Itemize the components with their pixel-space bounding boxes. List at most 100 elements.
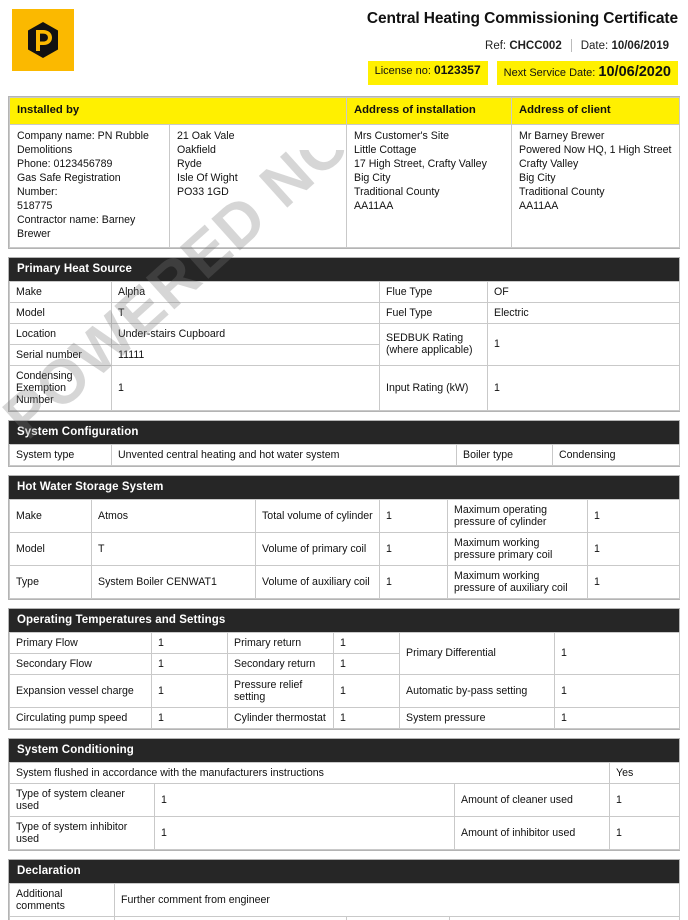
inhibitor-amount-value: 1 — [609, 815, 681, 850]
client-address-line: AA11AA — [519, 199, 559, 212]
table-row: Make Atmos Total volume of cylinder 1 Ma… — [9, 498, 680, 533]
inhibitor-amount-label: Amount of inhibitor used — [453, 815, 611, 850]
expansion-vessel-value: 1 — [151, 673, 228, 708]
company-logo — [12, 9, 74, 71]
installer-address-line: Ryde — [177, 157, 202, 170]
primary-differential-label: Primary Differential — [399, 631, 555, 675]
primary-flow-label: Primary Flow — [9, 631, 152, 654]
hot-water-storage-table: Make Atmos Total volume of cylinder 1 Ma… — [9, 498, 680, 599]
primary-heat-source-table: Make Alpha Flue Type OF Model T Fuel Typ… — [9, 280, 680, 411]
hw-make-value: Atmos — [91, 498, 256, 533]
system-conditioning-block: System Conditioning System flushed in ac… — [8, 737, 681, 851]
system-conditioning-table: System flushed in accordance with the ma… — [8, 761, 681, 850]
installer-header-row: Installed by Address of installation Add… — [9, 97, 680, 125]
installer-table: Installed by Address of installation Add… — [9, 97, 680, 248]
license-label: License no: — [374, 65, 431, 77]
client-address: Mr Barney Brewer Powered Now HQ, 1 High … — [511, 123, 680, 248]
installation-address-line: AA11AA — [354, 199, 394, 212]
company-name-line2: Demolitions — [17, 143, 73, 156]
client-address-line: Crafty Valley — [519, 157, 579, 170]
license-badge: License no: 0123357 — [367, 61, 488, 85]
boiler-type-label: Boiler type — [456, 443, 553, 466]
sedbuk-rating-value: 1 — [487, 322, 680, 366]
powered-now-hexagon-logo-icon — [28, 22, 58, 58]
boiler-type-value: Condensing — [552, 443, 680, 466]
installer-address-line: Isle Of Wight — [177, 171, 238, 184]
system-type-value: Unvented central heating and hot water s… — [111, 443, 457, 466]
installation-address-line: Big City — [354, 171, 391, 184]
contractor-name: Contractor name: Barney Brewer — [17, 213, 136, 240]
location-value: Under-stairs Cupboard — [111, 322, 380, 345]
hw-auxiliary-coil-volume-label: Volume of auxiliary coil — [255, 564, 380, 599]
client-address-line: Big City — [519, 171, 556, 184]
table-row: Additional comments Further comment from… — [9, 882, 681, 917]
date-label: Date: — [580, 39, 609, 52]
make-label: Make — [9, 280, 112, 303]
additional-comments-label: Additional comments — [9, 882, 115, 917]
hw-total-volume-value: 1 — [379, 498, 448, 533]
header-right-group: Central Heating Commissioning Certificat… — [367, 10, 678, 85]
installation-address-line: Mrs Customer's Site — [354, 129, 450, 142]
hw-model-label: Model — [9, 531, 92, 566]
section-title-system-conditioning: System Conditioning — [9, 738, 679, 762]
company-phone: Phone: 0123456789 — [17, 157, 113, 170]
primary-return-value: 1 — [333, 631, 400, 654]
make-value: Alpha — [111, 280, 380, 303]
pressure-relief-label: Pressure relief setting — [227, 673, 334, 708]
condensing-exemption-value: 1 — [111, 364, 380, 411]
cylinder-thermostat-label: Cylinder thermostat — [227, 706, 334, 729]
hw-max-operating-pressure-value: 1 — [587, 498, 680, 533]
system-flushed-value: Yes — [609, 761, 681, 784]
document-header: Central Heating Commissioning Certificat… — [0, 0, 688, 96]
hw-max-operating-pressure-label: Maximum operating pressure of cylinder — [447, 498, 588, 533]
cleaner-type-label: Type of system cleaner used — [9, 782, 155, 817]
hw-primary-coil-volume-value: 1 — [379, 531, 448, 566]
secondary-return-label: Secondary return — [227, 652, 334, 675]
hw-auxiliary-coil-volume-value: 1 — [379, 564, 448, 599]
customer-name-label: Customer name — [346, 915, 450, 920]
additional-comments-value: Further comment from engineer — [113, 882, 681, 917]
installer-address-line: 21 Oak Vale — [177, 129, 235, 142]
next-service-value: 10/06/2020 — [598, 64, 671, 80]
model-value: T — [111, 301, 380, 324]
engineer-name-label: Engineer name — [9, 915, 115, 920]
serial-number-value: 11111 — [111, 343, 380, 366]
installer-address: 21 Oak Vale Oakfield Ryde Isle Of Wight … — [169, 123, 347, 248]
installation-address-line: Little Cottage — [354, 143, 417, 156]
table-row: Model T Fuel Type Electric — [9, 301, 680, 324]
client-address-line: Mr Barney Brewer — [519, 129, 605, 142]
table-row: Make Alpha Flue Type OF — [9, 280, 680, 303]
secondary-return-value: 1 — [333, 652, 400, 675]
flue-type-value: OF — [487, 280, 680, 303]
condensing-exemption-label: Condensing Exemption Number — [9, 364, 112, 411]
flue-type-label: Flue Type — [379, 280, 488, 303]
page-title: Central Heating Commissioning Certificat… — [366, 10, 678, 27]
table-row: Type System Boiler CENWAT1 Volume of aux… — [9, 564, 680, 599]
engineer-name-value: Barney Brewer — [114, 915, 347, 920]
ref-value: CHCC002 — [509, 39, 562, 52]
company-name-line1: Company name: PN Rubble — [17, 129, 149, 142]
declaration-block: Declaration Additional comments Further … — [8, 858, 681, 920]
model-label: Model — [9, 301, 112, 324]
client-address-line: Powered Now HQ, 1 High Street — [519, 143, 672, 156]
system-pressure-value: 1 — [554, 706, 680, 729]
secondary-flow-value: 1 — [151, 652, 228, 675]
customer-name-value: Mr Barney Brewer — [448, 915, 681, 920]
primary-heat-source-block: Primary Heat Source Make Alpha Flue Type… — [8, 256, 680, 412]
installed-by-header: Installed by — [9, 97, 347, 125]
cleaner-amount-label: Amount of cleaner used — [453, 782, 611, 817]
table-row: Location Under-stairs Cupboard SEDBUK Ra… — [9, 322, 680, 366]
circulating-pump-label: Circulating pump speed — [9, 706, 152, 729]
next-service-badge: Next Service Date: 10/06/2020 — [496, 61, 678, 85]
cylinder-thermostat-value: 1 — [333, 706, 400, 729]
primary-return-label: Primary return — [227, 631, 334, 654]
operating-temperatures-block: Operating Temperatures and Settings Prim… — [8, 607, 680, 730]
hot-water-storage-block: Hot Water Storage System Make Atmos Tota… — [8, 474, 680, 600]
system-type-label: System type — [9, 443, 112, 466]
section-title-primary-heat-source: Primary Heat Source — [9, 257, 679, 281]
installer-block: Installed by Address of installation Add… — [8, 96, 680, 249]
installation-address-line: 17 High Street, Crafty Valley — [354, 157, 487, 170]
hw-total-volume-label: Total volume of cylinder — [255, 498, 380, 533]
installer-detail-row: Company name: PN Rubble Demolitions Phon… — [9, 123, 680, 248]
table-row: Circulating pump speed 1 Cylinder thermo… — [9, 706, 680, 729]
